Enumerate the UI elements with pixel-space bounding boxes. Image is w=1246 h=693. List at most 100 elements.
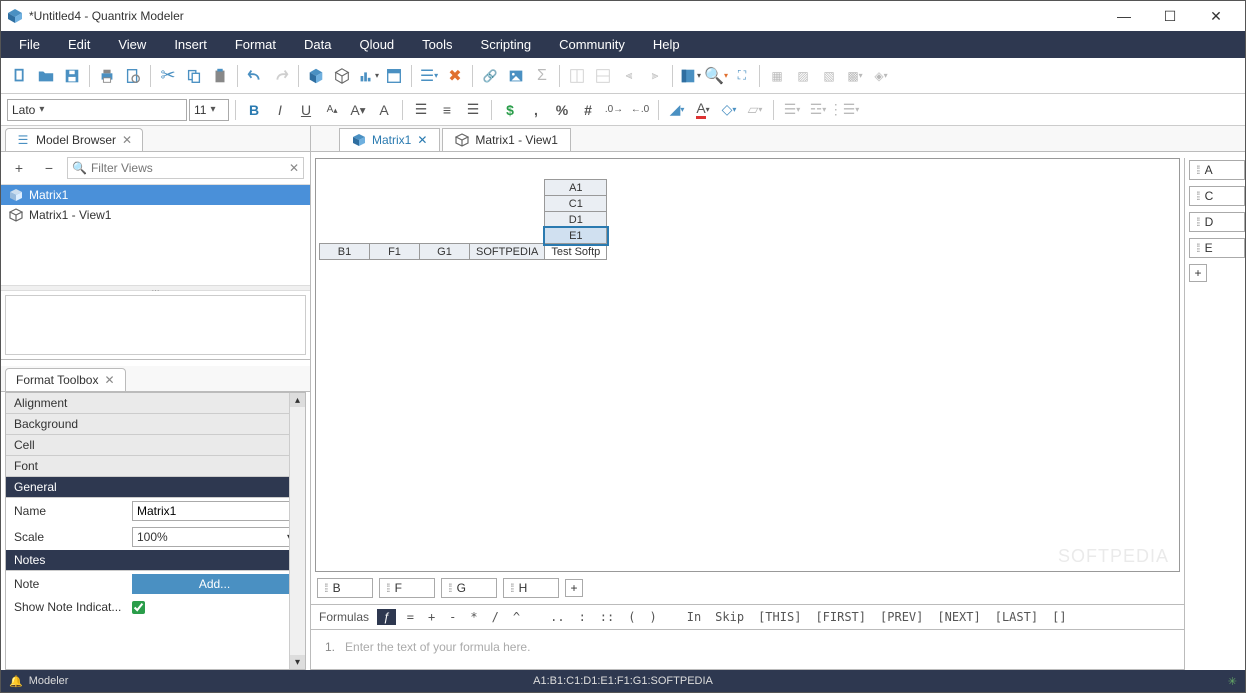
menu-data[interactable]: Data	[290, 31, 345, 58]
bell-icon[interactable]: 🔔	[9, 675, 23, 688]
menu-insert[interactable]: Insert	[160, 31, 221, 58]
align-left-button[interactable]: ☰	[409, 98, 433, 122]
menu-help[interactable]: Help	[639, 31, 694, 58]
op-eq[interactable]: =	[404, 610, 417, 624]
col-header[interactable]: A1	[545, 180, 607, 196]
font-size-combo[interactable]: 11▾	[189, 99, 229, 121]
group2-button[interactable]: ▨	[790, 63, 816, 89]
font-size-reset-button[interactable]: A	[372, 98, 396, 122]
data-cell[interactable]: Test Softp	[545, 244, 607, 260]
close-icon[interactable]: ✕	[417, 133, 427, 147]
clear-icon[interactable]: ✕	[289, 161, 299, 175]
new-matrix-button[interactable]	[303, 63, 329, 89]
dec-decimal-button[interactable]: ←.0	[628, 98, 652, 122]
op-minus[interactable]: -	[446, 610, 459, 624]
nav-prev-button[interactable]: ⫷	[616, 63, 642, 89]
align-right-button[interactable]: ☰	[461, 98, 485, 122]
menu-scripting[interactable]: Scripting	[467, 31, 546, 58]
currency-button[interactable]: $	[498, 98, 522, 122]
scroll-down-icon[interactable]: ▾	[290, 655, 305, 669]
section-general[interactable]: General	[6, 477, 305, 498]
font-color-button[interactable]: A▾	[691, 98, 715, 122]
show-note-checkbox[interactable]	[132, 601, 145, 614]
col-header[interactable]: D1	[545, 212, 607, 228]
name-input[interactable]	[132, 501, 297, 521]
add-h-dim-button[interactable]: +	[565, 579, 583, 597]
copy-button[interactable]	[181, 63, 207, 89]
percent-button[interactable]: %	[550, 98, 574, 122]
menu-community[interactable]: Community	[545, 31, 639, 58]
splitter[interactable]: ⋯	[1, 285, 310, 291]
fill-color-button[interactable]: ◢▾	[665, 98, 689, 122]
minimize-button[interactable]: —	[1101, 1, 1147, 31]
scroll-up-icon[interactable]: ▴	[290, 393, 305, 407]
op-in[interactable]: In	[684, 610, 704, 624]
section-alignment[interactable]: Alignment	[6, 393, 305, 414]
comma-button[interactable]: ,	[524, 98, 548, 122]
print-button[interactable]	[94, 63, 120, 89]
group1-button[interactable]: ▦	[764, 63, 790, 89]
filter-views-input[interactable]: 🔍 ✕	[67, 157, 304, 179]
section-background[interactable]: Background	[6, 414, 305, 435]
align-center-button[interactable]: ≡	[435, 98, 459, 122]
new-view-button[interactable]	[329, 63, 355, 89]
image-button[interactable]	[503, 63, 529, 89]
op-lparen[interactable]: (	[625, 610, 638, 624]
inc-decimal-button[interactable]: .0→	[602, 98, 626, 122]
dim-d-button[interactable]: ⁞⁞D	[1189, 212, 1245, 232]
tree-item-matrix1[interactable]: Matrix1	[1, 185, 310, 205]
section-cell[interactable]: Cell	[6, 435, 305, 456]
dim-a-button[interactable]: ⁞⁞A	[1189, 160, 1245, 180]
op-range[interactable]: ..	[547, 610, 567, 624]
layout2-button[interactable]	[590, 63, 616, 89]
ref-this[interactable]: [THIS]	[755, 610, 804, 624]
menu-file[interactable]: File	[5, 31, 54, 58]
row-header[interactable]: B1	[320, 244, 370, 260]
new-button[interactable]	[7, 63, 33, 89]
canvas-button[interactable]	[381, 63, 407, 89]
add-note-button[interactable]: Add...	[132, 574, 297, 594]
outdent-button[interactable]: ☲▾	[806, 98, 830, 122]
row-header[interactable]: SOFTPEDIA	[470, 244, 545, 260]
group4-button[interactable]: ▩▾	[842, 63, 868, 89]
section-font[interactable]: Font	[6, 456, 305, 477]
model-browser-tab[interactable]: ☰ Model Browser ✕	[5, 128, 143, 151]
op-div[interactable]: /	[489, 610, 502, 624]
format-toolbox-tab[interactable]: Format Toolbox ✕	[5, 368, 126, 391]
matrix-canvas[interactable]: A1 C1 D1 E1 B1 F1 G1 SOFTPEDIA Test Soft…	[315, 158, 1180, 572]
group3-button[interactable]: ▧	[816, 63, 842, 89]
dim-h-button[interactable]: ⁞⁞H	[503, 578, 559, 598]
row-header[interactable]: G1	[420, 244, 470, 260]
ref-brackets[interactable]: []	[1049, 610, 1069, 624]
font-family-combo[interactable]: Lato▾	[7, 99, 187, 121]
tree-item-view1[interactable]: Matrix1 - View1	[1, 205, 310, 225]
col-header[interactable]: C1	[545, 196, 607, 212]
menu-format[interactable]: Format	[221, 31, 290, 58]
font-bigger-button[interactable]: A▾	[346, 98, 370, 122]
border-color-button[interactable]: ◇▾	[717, 98, 741, 122]
font-smaller-button[interactable]: A▴	[320, 98, 344, 122]
indent-button[interactable]: ☰▾	[780, 98, 804, 122]
row-header[interactable]: F1	[370, 244, 420, 260]
print-preview-button[interactable]	[120, 63, 146, 89]
tab-matrix1[interactable]: Matrix1 ✕	[339, 128, 440, 151]
maximize-button[interactable]: ☐	[1147, 1, 1193, 31]
cut-button[interactable]: ✂	[155, 63, 181, 89]
dim-e-button[interactable]: ⁞⁞E	[1189, 238, 1245, 258]
save-button[interactable]	[59, 63, 85, 89]
dim-b-button[interactable]: ⁞⁞B	[317, 578, 373, 598]
perspective-button[interactable]: ▾	[677, 63, 703, 89]
add-view-button[interactable]: +	[7, 156, 31, 180]
op-pow[interactable]: ^	[510, 610, 523, 624]
redo-button[interactable]	[268, 63, 294, 89]
scale-combo[interactable]: 100%▾	[132, 527, 297, 547]
ref-first[interactable]: [FIRST]	[812, 610, 869, 624]
dim-g-button[interactable]: ⁞⁞G	[441, 578, 497, 598]
layout1-button[interactable]	[564, 63, 590, 89]
close-icon[interactable]: ✕	[122, 133, 132, 147]
hash-button[interactable]: #	[576, 98, 600, 122]
op-rparen[interactable]: )	[646, 610, 659, 624]
tab-view1[interactable]: Matrix1 - View1	[442, 128, 570, 151]
menu-qloud[interactable]: Qloud	[345, 31, 408, 58]
col-header[interactable]: E1	[545, 228, 607, 244]
